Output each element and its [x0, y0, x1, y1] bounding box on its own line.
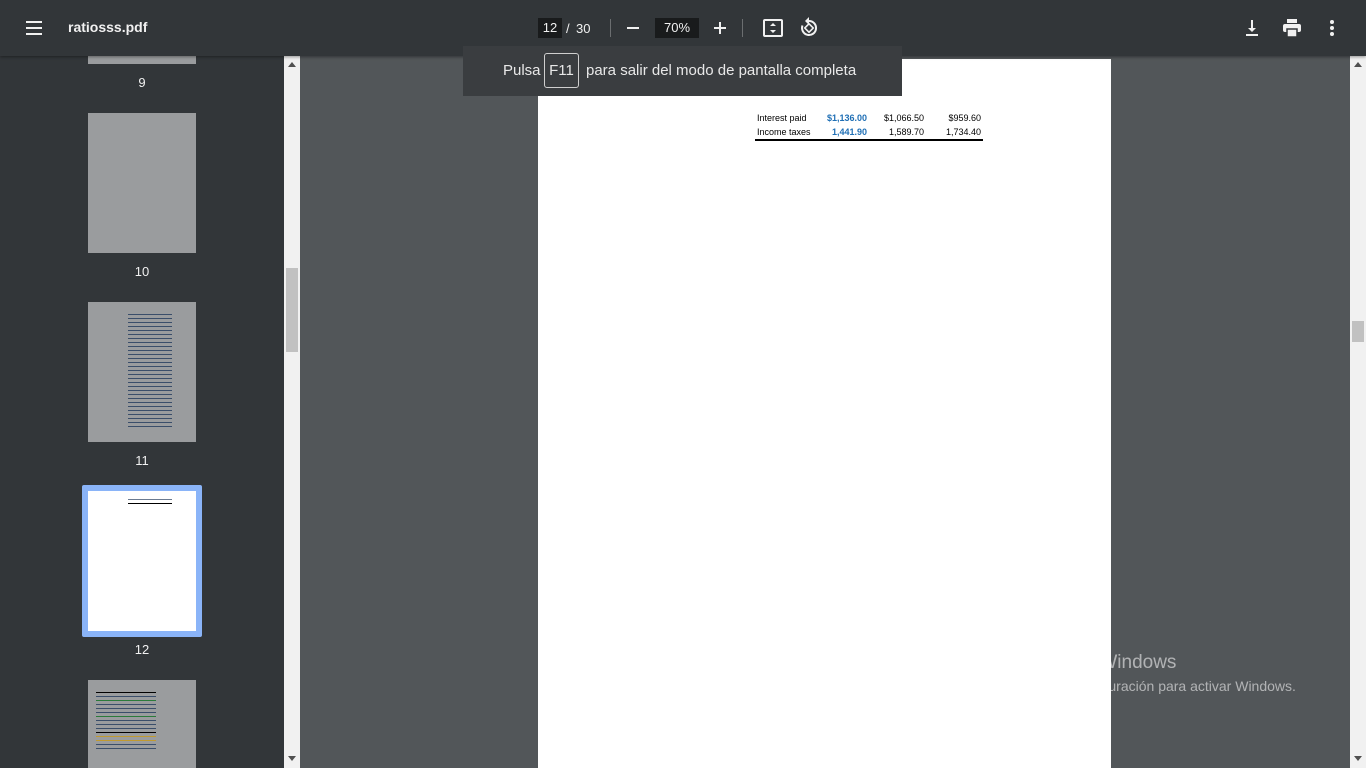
document-title: ratiosss.pdf [68, 19, 148, 35]
thumbnail-content [128, 314, 172, 430]
page-separator: / [566, 21, 570, 36]
scroll-down-arrow-icon[interactable] [1354, 756, 1362, 761]
sidebar-scrollbar[interactable] [284, 56, 300, 768]
viewer-scroll-thumb[interactable] [1352, 321, 1364, 342]
row-value: $1,066.50 [883, 113, 924, 123]
thumbnail-content [96, 692, 156, 752]
rotate-icon [801, 17, 818, 36]
thumbnail-page-12-selected[interactable] [82, 485, 202, 637]
watermark-subtitle: Ve a Configuración para activar Windows. [1036, 678, 1296, 694]
row-value: 1,441.90 [831, 127, 867, 137]
row-value: 1,734.40 [945, 127, 981, 137]
viewer-scrollbar[interactable] [1350, 56, 1366, 768]
more-options-button[interactable] [1318, 14, 1346, 42]
more-vert-icon [1330, 20, 1334, 36]
table-row: Interest paid $1,136.00 $1,066.50 $959.6… [755, 111, 983, 125]
thumbnail-label: 9 [138, 75, 146, 90]
download-button[interactable] [1238, 14, 1266, 42]
fit-page-button[interactable] [759, 14, 787, 42]
scroll-up-arrow-icon[interactable] [1354, 62, 1362, 67]
zoom-out-button[interactable] [619, 14, 647, 42]
row-label: Interest paid [757, 113, 807, 123]
row-value: $1,136.00 [826, 113, 867, 123]
row-label: Income taxes [757, 127, 811, 137]
table-bottom-rule [755, 139, 983, 141]
thumbnail-page-10[interactable] [88, 113, 196, 253]
toolbar-divider [610, 19, 611, 37]
thumbnail-page-11[interactable] [88, 302, 196, 442]
toast-text-after: para salir del modo de pantalla completa [586, 62, 857, 79]
print-button[interactable] [1278, 14, 1306, 42]
sidebar-scroll-thumb[interactable] [286, 268, 298, 352]
download-icon [1246, 20, 1258, 36]
watermark-title: Activar Windows [1036, 652, 1177, 673]
thumbnail-page-13[interactable] [88, 680, 196, 768]
print-icon [1283, 19, 1301, 38]
scroll-up-arrow-icon[interactable] [288, 62, 296, 67]
thumbnail-label: 10 [134, 264, 150, 279]
menu-icon[interactable] [20, 14, 48, 42]
page-number-input[interactable]: 12 [538, 18, 562, 38]
page-total: 30 [576, 21, 591, 36]
zoom-in-button[interactable] [706, 14, 734, 42]
toast-text-before: Pulsa [503, 62, 541, 79]
row-value: $959.60 [948, 113, 981, 123]
f11-key: F11 [544, 53, 579, 88]
thumbnail-content [128, 499, 172, 507]
scroll-down-arrow-icon[interactable] [288, 756, 296, 761]
thumbnail-label: 12 [134, 642, 150, 657]
toolbar-divider [742, 19, 743, 37]
pdf-page: Interest paid $1,136.00 $1,066.50 $959.6… [538, 59, 1111, 768]
zoom-level-input[interactable]: 70% [655, 18, 699, 38]
financial-table: Interest paid $1,136.00 $1,066.50 $959.6… [755, 111, 983, 141]
table-row: Income taxes 1,441.90 1,589.70 1,734.40 [755, 125, 983, 139]
row-value: 1,589.70 [888, 127, 924, 137]
thumbnail-page-9[interactable] [88, 56, 196, 64]
windows-activation-watermark: Activar Windows Ve a Configuración para … [1036, 652, 1296, 694]
fullscreen-toast: Pulsa F11 para salir del modo de pantall… [463, 46, 902, 96]
thumbnail-label: 11 [135, 453, 149, 468]
thumbnail-sidebar: 9 10 11 12 [0, 56, 284, 768]
rotate-button[interactable] [795, 14, 823, 42]
fit-page-icon [763, 19, 783, 37]
